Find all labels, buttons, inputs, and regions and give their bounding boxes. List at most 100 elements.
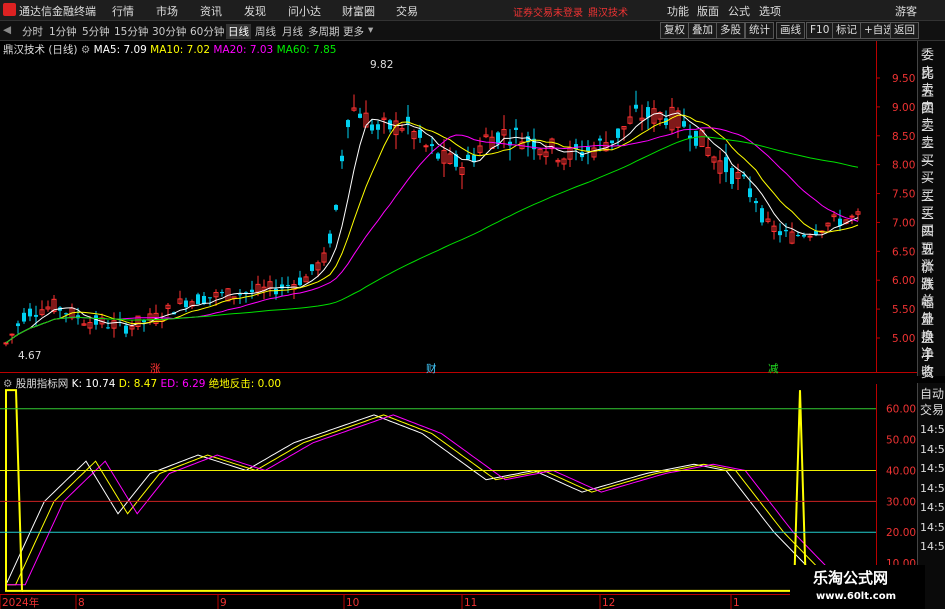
trade-time: 14:56 — [920, 462, 945, 475]
login-notice[interactable]: 证券交易未登录 — [513, 4, 583, 19]
watermark: 乐淘公式网 www.60lt.com — [790, 565, 925, 609]
tab-multi-period[interactable]: 多周期 — [308, 24, 340, 39]
candle-body-down — [328, 233, 332, 244]
candle-body-up — [399, 127, 405, 131]
x-axis-label: 1 — [733, 597, 740, 609]
candle-body-up — [177, 298, 183, 304]
trade-time: 14:56 — [920, 540, 945, 553]
candle-body-down — [202, 295, 206, 305]
tab-60min[interactable]: 60分钟 — [190, 24, 224, 39]
candle-body-down — [250, 289, 254, 293]
bounce-signal-spike — [5, 389, 24, 592]
candle-body-down — [28, 308, 32, 317]
event-marker-reduce[interactable]: 减 — [768, 361, 779, 376]
settings-gear-icon[interactable]: ⚙ — [81, 44, 90, 56]
menu-formula[interactable]: 公式 — [728, 3, 750, 19]
candle-body-down — [376, 124, 380, 130]
candle-body-down — [184, 300, 188, 308]
auto-trade-label[interactable]: 自动 — [920, 385, 944, 402]
candle-body-up — [351, 107, 357, 111]
candle-body-down — [574, 144, 578, 150]
tab-more[interactable]: 更多 — [343, 24, 364, 39]
candle-body-down — [58, 307, 62, 311]
candle-body-down — [358, 113, 362, 118]
menu-function[interactable]: 功能 — [667, 3, 689, 19]
main-legend: 鼎汉技术 (日线) ⚙ MA5: 7.09 MA10: 7.02 MA20: 7… — [3, 42, 336, 57]
chevron-down-icon[interactable]: ▾ — [368, 24, 373, 36]
toolbar-handle-icon: ◀ — [3, 24, 12, 36]
candle-body-up — [87, 322, 93, 329]
ma20-line — [5, 127, 859, 344]
menu-trade[interactable]: 交易 — [396, 3, 418, 19]
candle-body-down — [694, 130, 698, 146]
candle-body-down — [172, 312, 176, 315]
event-marker-up[interactable]: 涨 — [150, 361, 161, 376]
candle-body-down — [196, 294, 200, 305]
tab-timeshare[interactable]: 分时 — [22, 24, 43, 39]
multi-stock-button[interactable]: 多股 — [716, 22, 745, 39]
overlay-button[interactable]: 叠加 — [688, 22, 717, 39]
candle-body-up — [267, 281, 273, 289]
ma5-line — [5, 112, 859, 344]
draw-line-button[interactable]: 画线 — [776, 22, 805, 39]
stats-button[interactable]: 统计 — [745, 22, 774, 39]
tab-daily[interactable]: 日线 — [226, 24, 251, 39]
candle-body-down — [340, 155, 344, 162]
indicator-title[interactable]: 股朋指标网 — [16, 378, 69, 390]
menu-ask[interactable]: 问小达 — [288, 3, 321, 19]
tab-monthly[interactable]: 月线 — [282, 24, 303, 39]
candle-body-down — [748, 188, 752, 198]
candle-body-down — [76, 315, 80, 319]
k-value: K: 10.74 — [71, 378, 116, 390]
candle-body-down — [106, 327, 110, 329]
y-tick-label: 7.50 — [892, 189, 915, 201]
menu-market[interactable]: 市场 — [156, 3, 178, 19]
candle-body-up — [99, 317, 105, 325]
bounce-signal-spike — [793, 390, 807, 591]
candle-body-up — [111, 320, 117, 329]
candle-body-up — [363, 112, 369, 128]
tab-15min[interactable]: 15分钟 — [114, 24, 148, 39]
menu-options[interactable]: 选项 — [759, 3, 781, 19]
y-tick-label: 5.00 — [892, 333, 915, 345]
candle-body-up — [789, 231, 795, 244]
mark-button[interactable]: 标记 — [832, 22, 861, 39]
ma60-label: MA60: 7.85 — [276, 44, 337, 56]
tab-30min[interactable]: 30分钟 — [152, 24, 186, 39]
x-axis-label: 11 — [464, 597, 477, 609]
ma20-label: MA20: 7.03 — [213, 44, 274, 56]
y-tick-label: 7.00 — [892, 217, 915, 229]
candle-body-down — [274, 288, 278, 295]
candle-body-down — [418, 129, 422, 138]
candle-body-down — [802, 234, 806, 237]
back-button[interactable]: 返回 — [890, 22, 919, 39]
bounce-value: 绝地反击: 0.00 — [208, 378, 282, 390]
trade-time: 14:56 — [920, 442, 945, 456]
tab-1min[interactable]: 1分钟 — [49, 24, 77, 39]
candle-body-down — [286, 285, 290, 287]
adjust-button[interactable]: 复权 — [660, 22, 689, 39]
candle-body-up — [819, 230, 825, 233]
candle-body-down — [778, 231, 782, 236]
indicator-gear-icon[interactable]: ⚙ — [3, 378, 12, 390]
stock-title[interactable]: 鼎汉技术 (日线) — [3, 44, 78, 56]
candle-body-up — [519, 141, 525, 150]
menu-news[interactable]: 资讯 — [200, 3, 222, 19]
menu-quotes[interactable]: 行情 — [112, 3, 134, 19]
candle-body-up — [711, 156, 717, 163]
auto-trade-label[interactable]: 交易 — [920, 401, 944, 418]
candle-body-up — [591, 147, 597, 158]
candle-body-up — [159, 319, 165, 322]
indicator-legend: ⚙ 股朋指标网 K: 10.74 D: 8.47 ED: 6.29 绝地反击: … — [3, 376, 281, 391]
menu-wealth[interactable]: 财富圈 — [342, 3, 375, 19]
tab-5min[interactable]: 5分钟 — [82, 24, 110, 39]
user-label[interactable]: 游客 — [895, 3, 917, 19]
f10-button[interactable]: F10 — [806, 22, 834, 39]
menu-discover[interactable]: 发现 — [244, 3, 266, 19]
candle-body-down — [280, 284, 284, 289]
tab-weekly[interactable]: 周线 — [255, 24, 276, 39]
trade-time: 14:56 — [920, 423, 945, 436]
menu-layout[interactable]: 版面 — [697, 3, 719, 19]
candle-body-down — [118, 319, 122, 321]
event-marker-finance[interactable]: 财 — [426, 361, 437, 376]
